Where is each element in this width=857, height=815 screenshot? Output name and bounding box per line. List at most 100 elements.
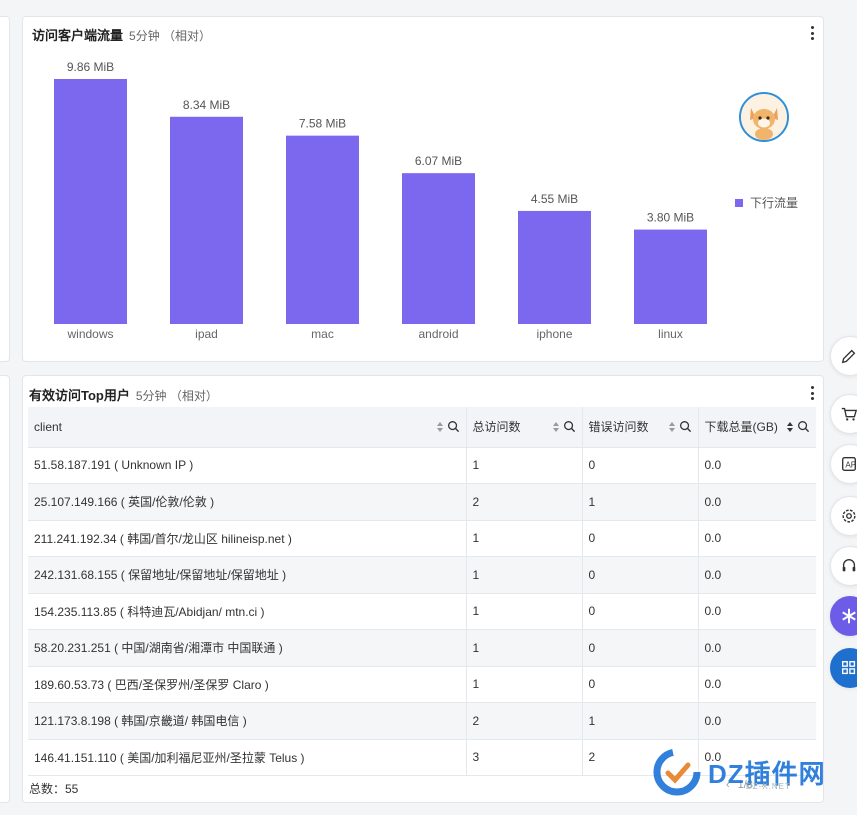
bar-ipad[interactable] bbox=[170, 116, 243, 324]
edit-button[interactable] bbox=[830, 336, 857, 376]
table-cell: 1 bbox=[466, 629, 583, 667]
table-cell: 3 bbox=[466, 739, 583, 776]
svg-text:AP: AP bbox=[845, 461, 856, 470]
headset-icon bbox=[842, 559, 856, 572]
chart-legend[interactable]: 下行流量 bbox=[735, 194, 798, 211]
card-title: 有效访问Top用户 5分钟 （相对） bbox=[29, 385, 218, 404]
table-cell: 0 bbox=[582, 666, 699, 703]
table-cell: 1 bbox=[466, 666, 583, 703]
column-header[interactable]: 总访问数 bbox=[466, 407, 583, 448]
column-header-label: 错误访问数 bbox=[588, 420, 649, 435]
table-cell: 0.0 bbox=[698, 702, 816, 740]
card-subtitle: 5分钟 （相对） bbox=[135, 389, 218, 403]
table-cell: 1 bbox=[466, 556, 583, 594]
x-tick-label: android bbox=[418, 327, 458, 341]
sort-icon[interactable] bbox=[436, 421, 443, 432]
cart-icon bbox=[841, 407, 857, 421]
fox-avatar-icon bbox=[741, 94, 787, 140]
table-cell: 0.0 bbox=[698, 629, 816, 667]
client-cell: 242.131.68.155 ( 保留地址/保留地址/保留地址 ) bbox=[28, 556, 467, 594]
dz-logo-icon bbox=[653, 748, 701, 796]
table-cell: 0 bbox=[582, 520, 699, 557]
search-icon[interactable] bbox=[679, 420, 692, 433]
column-header[interactable]: 错误访问数 bbox=[582, 407, 699, 448]
apps-button[interactable] bbox=[830, 648, 857, 688]
top-users-card: 有效访问Top用户 5分钟 （相对） client 总访问数 错误访问数 下载总量(GB… bbox=[22, 375, 824, 803]
client-cell: 25.107.149.166 ( 英国/伦敦/伦敦 ) bbox=[28, 483, 467, 521]
data-label: 7.58 MiB bbox=[299, 117, 346, 131]
apps-icon bbox=[842, 661, 856, 675]
data-label: 4.55 MiB bbox=[531, 192, 578, 206]
table-cell: 1 bbox=[466, 593, 583, 630]
settings-button[interactable] bbox=[830, 496, 857, 536]
column-header[interactable]: 下载总量(GB) bbox=[698, 407, 816, 448]
table-cell: 2 bbox=[466, 702, 583, 740]
data-label: 9.86 MiB bbox=[67, 60, 114, 74]
cart-button[interactable] bbox=[830, 394, 857, 434]
x-tick-label: iphone bbox=[536, 327, 572, 341]
plugin-icon bbox=[842, 608, 856, 624]
table-cell: 0 bbox=[582, 556, 699, 594]
table-cell: 0.0 bbox=[698, 520, 816, 557]
column-header-label: client bbox=[34, 419, 63, 434]
column-header-label: 总访问数 bbox=[472, 420, 521, 435]
client-cell: 58.20.231.251 ( 中国/湖南省/湘潭市 中国联通 ) bbox=[28, 629, 467, 667]
api-icon: AP bbox=[842, 457, 856, 471]
x-tick-label: ipad bbox=[195, 327, 218, 341]
bar-android[interactable] bbox=[402, 173, 475, 324]
table-header-row: client 总访问数 错误访问数 下载总量(GB) bbox=[28, 407, 816, 448]
client-traffic-card: 访问客户端流量 5分钟 （相对） 9.86 MiB windows 8.34 MiB i… bbox=[22, 16, 824, 362]
sort-icon[interactable] bbox=[552, 421, 559, 432]
table-cell: 1 bbox=[466, 447, 583, 484]
watermark-logo: DZ插件网 DZ-X.NET bbox=[650, 745, 826, 799]
table-row[interactable]: 58.20.231.251 ( 中国/湖南省/湘潭市 中国联通 ) 1 0 0.0 bbox=[28, 629, 816, 667]
watermark-subtext: DZ-X.NET bbox=[746, 782, 791, 791]
edit-icon bbox=[841, 349, 856, 364]
bar-mac[interactable] bbox=[286, 135, 359, 324]
search-icon[interactable] bbox=[563, 420, 576, 433]
table-cell: 0.0 bbox=[698, 447, 816, 484]
bar-windows[interactable] bbox=[54, 79, 127, 324]
legend-label: 下行流量 bbox=[750, 196, 799, 210]
table-cell: 0 bbox=[582, 447, 699, 484]
sort-icon[interactable] bbox=[668, 421, 675, 432]
table-cell: 0.0 bbox=[698, 556, 816, 594]
column-header[interactable]: client bbox=[28, 407, 467, 448]
table-cell: 1 bbox=[582, 483, 699, 521]
table-cell: 0 bbox=[582, 593, 699, 630]
settings-icon bbox=[842, 509, 856, 523]
table-body: 51.58.187.191 ( Unknown IP ) 1 0 0.0 25.107.… bbox=[28, 447, 816, 776]
plugin-button[interactable] bbox=[830, 596, 857, 636]
table-row[interactable]: 154.235.113.85 ( 科特迪瓦/Abidjan/ mtn.ci ) 1… bbox=[28, 593, 816, 630]
search-icon[interactable] bbox=[797, 420, 810, 433]
legend-swatch bbox=[735, 198, 743, 207]
top-users-table: client 总访问数 错误访问数 下载总量(GB) 51.58.187.191 ( … bbox=[28, 407, 816, 776]
client-cell: 51.58.187.191 ( Unknown IP ) bbox=[28, 447, 467, 484]
sort-icon[interactable] bbox=[787, 421, 793, 432]
table-row[interactable]: 51.58.187.191 ( Unknown IP ) 1 0 0.0 bbox=[28, 447, 816, 484]
table-cell: 1 bbox=[582, 702, 699, 740]
client-cell: 211.241.192.34 ( 韩国/首尔/龙山区 hilineisp.net… bbox=[28, 520, 467, 557]
table-row[interactable]: 242.131.68.155 ( 保留地址/保留地址/保留地址 ) 1 0 0.0 bbox=[28, 556, 816, 594]
left-panel-edge bbox=[0, 375, 10, 803]
table-cell: 2 bbox=[466, 483, 583, 521]
x-tick-label: linux bbox=[658, 327, 683, 341]
table-cell: 0.0 bbox=[698, 483, 816, 521]
data-label: 3.80 MiB bbox=[647, 211, 694, 225]
search-icon[interactable] bbox=[447, 420, 460, 433]
table-cell: 1 bbox=[466, 520, 583, 557]
table-row[interactable]: 25.107.149.166 ( 英国/伦敦/伦敦 ) 2 1 0.0 bbox=[28, 483, 816, 521]
more-menu-icon[interactable] bbox=[809, 386, 815, 400]
table-cell: 0.0 bbox=[698, 666, 816, 703]
table-row[interactable]: 189.60.53.73 ( 巴西/圣保罗州/圣保罗 Claro ) 1 0 0.0 bbox=[28, 666, 816, 703]
client-cell: 154.235.113.85 ( 科特迪瓦/Abidjan/ mtn.ci ) bbox=[28, 593, 467, 630]
user-avatar[interactable] bbox=[739, 92, 789, 142]
table-row[interactable]: 121.173.8.198 ( 韩国/京畿道/ 韩国电信 ) 2 1 0.0 bbox=[28, 702, 816, 740]
table-cell: 0.0 bbox=[698, 593, 816, 630]
bar-chart: 9.86 MiB windows 8.34 MiB ipad 7.58 MiB mac 6.… bbox=[54, 60, 707, 341]
api-button[interactable]: AP bbox=[830, 444, 857, 484]
bar-linux[interactable] bbox=[634, 229, 707, 324]
support-button[interactable] bbox=[830, 546, 857, 586]
table-row[interactable]: 211.241.192.34 ( 韩国/首尔/龙山区 hilineisp.net… bbox=[28, 520, 816, 557]
bar-iphone[interactable] bbox=[518, 210, 591, 324]
